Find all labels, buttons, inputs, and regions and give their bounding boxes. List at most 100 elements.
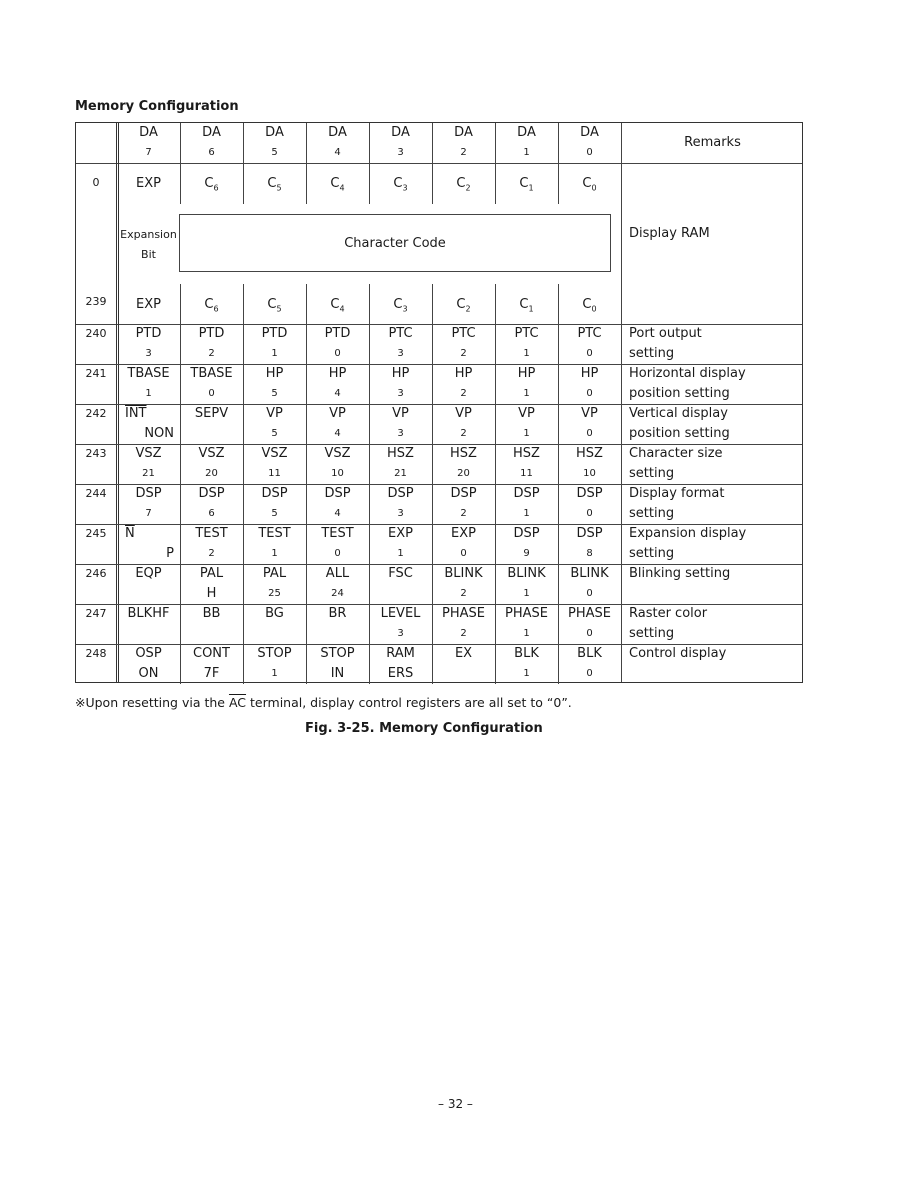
bit-cell: BLK 1 <box>495 644 558 684</box>
bit-index: 10 <box>583 468 596 479</box>
bit-name: HP <box>391 366 410 381</box>
bit-index: 1 <box>523 508 530 519</box>
subscript: 2 <box>465 183 471 193</box>
bit-cell: EQP <box>117 564 180 584</box>
bit-cell: VP 5 <box>243 404 306 444</box>
bit-name: PHASE <box>568 606 611 621</box>
bit-name: PHASE <box>505 606 548 621</box>
bit-cell: DSP 8 <box>558 524 621 564</box>
subscript: 6 <box>213 304 219 314</box>
ram-first-cell: C6 <box>204 176 219 193</box>
bit-index: 8 <box>586 548 593 559</box>
header-bit: 3 <box>397 147 404 158</box>
bit-name: N <box>125 526 135 541</box>
header-label: DA <box>265 125 284 140</box>
note-ac-terminal: AC <box>228 695 247 710</box>
register-remark: Blinking setting <box>629 564 730 584</box>
remark-line1: Display format <box>629 486 725 501</box>
bit-cell: PHASE 0 <box>558 604 621 644</box>
bit-index: 1 <box>523 628 530 639</box>
bit-index: 1 <box>523 388 530 399</box>
ram-last-cell: C5 <box>267 297 282 314</box>
bit-cell: VP 4 <box>306 404 369 444</box>
ram-last-cell: C2 <box>456 297 471 314</box>
remark-line1: Character size <box>629 446 723 461</box>
bit-cell: RAM ERS <box>369 644 432 684</box>
bit-name: PAL <box>199 566 224 581</box>
remarks-header: Remarks <box>684 135 741 150</box>
bit-cell: BLK 0 <box>558 644 621 684</box>
header-label: DA <box>517 125 536 140</box>
bit-cell: VP 1 <box>495 404 558 444</box>
bit-name: PTC <box>514 326 539 341</box>
bit-name: BLINK <box>570 566 609 581</box>
bit-index: ERS <box>387 666 414 681</box>
bit-name: VSZ <box>198 446 225 461</box>
subscript: 0 <box>591 183 597 193</box>
bit-cell: PHASE 1 <box>495 604 558 644</box>
ram-last-cell: C3 <box>393 297 408 314</box>
bit-cell: BG <box>243 604 306 624</box>
bit-index: ON <box>138 666 159 681</box>
bit-name: BLK <box>514 646 539 661</box>
bit-cell: PAL H <box>180 564 243 604</box>
bit-index: 0 <box>586 428 593 439</box>
bit-name: VSZ <box>324 446 351 461</box>
bit-cell: HP 5 <box>243 364 306 404</box>
ram-first-address: 0 <box>92 176 100 189</box>
bit-index: 2 <box>460 588 467 599</box>
bit-index: 0 <box>586 388 593 399</box>
register-remark: Expansion display setting <box>629 524 746 564</box>
remark-line1: Raster color <box>629 606 708 621</box>
bit-name: TEST <box>258 526 291 541</box>
bit-name: DSP <box>513 486 540 501</box>
bit-name: SEPV <box>194 406 229 421</box>
register-remark: Vertical display position setting <box>629 404 730 444</box>
register-remark: Port output setting <box>629 324 702 364</box>
bit-index: 1 <box>523 668 530 679</box>
remark-line2: setting <box>629 546 675 561</box>
register-remark: Display format setting <box>629 484 724 524</box>
bit-name: ALL <box>325 566 350 581</box>
bit-index: 11 <box>520 468 533 479</box>
bit-cell: PTD 3 <box>117 324 180 364</box>
header-bit: 2 <box>460 147 467 158</box>
bit-name: PTC <box>451 326 476 341</box>
bit-cell: NP <box>117 524 180 564</box>
bit-name: VP <box>455 406 472 421</box>
subscript: 6 <box>213 183 219 193</box>
bit-name: OSP <box>135 646 162 661</box>
bit-name: DSP <box>513 526 540 541</box>
bit-index: 2 <box>208 548 215 559</box>
register-address: 240 <box>85 327 107 340</box>
bit-name: BLK <box>577 646 602 661</box>
bit-cell: DSP 1 <box>495 484 558 524</box>
bit-cell: HP 0 <box>558 364 621 404</box>
bit-cell: FSC <box>369 564 432 584</box>
bit-name: DSP <box>576 486 603 501</box>
bit-index: 10 <box>331 468 344 479</box>
bit-name: PTC <box>388 326 413 341</box>
bit-cell: EXP 0 <box>432 524 495 564</box>
bit-cell: VSZ 10 <box>306 444 369 484</box>
ram-first-cell: C4 <box>330 176 345 193</box>
bit-index: 2 <box>460 428 467 439</box>
bit-index: 5 <box>271 428 278 439</box>
bit-cell: PTC 3 <box>369 324 432 364</box>
header-da-4: DA 4 <box>306 123 369 163</box>
ram-first-cell: C2 <box>456 176 471 193</box>
bit-index: 1 <box>523 588 530 599</box>
memory-configuration-table: Remarks 0 239 Expansion Bit Character Co… <box>75 122 803 684</box>
bit-cell: HSZ 11 <box>495 444 558 484</box>
bit-index: 3 <box>397 388 404 399</box>
bit-index: 7 <box>145 508 152 519</box>
bit-index: 1 <box>271 548 278 559</box>
subscript: 5 <box>276 304 282 314</box>
bit-cell: PTC 0 <box>558 324 621 364</box>
bit-index: 0 <box>586 348 593 359</box>
bit-cell: HP 1 <box>495 364 558 404</box>
header-da-7: DA 7 <box>117 123 180 163</box>
bit-index: 7F <box>203 666 220 681</box>
bit-cell: BLINK 1 <box>495 564 558 604</box>
bit-name: DSP <box>261 486 288 501</box>
